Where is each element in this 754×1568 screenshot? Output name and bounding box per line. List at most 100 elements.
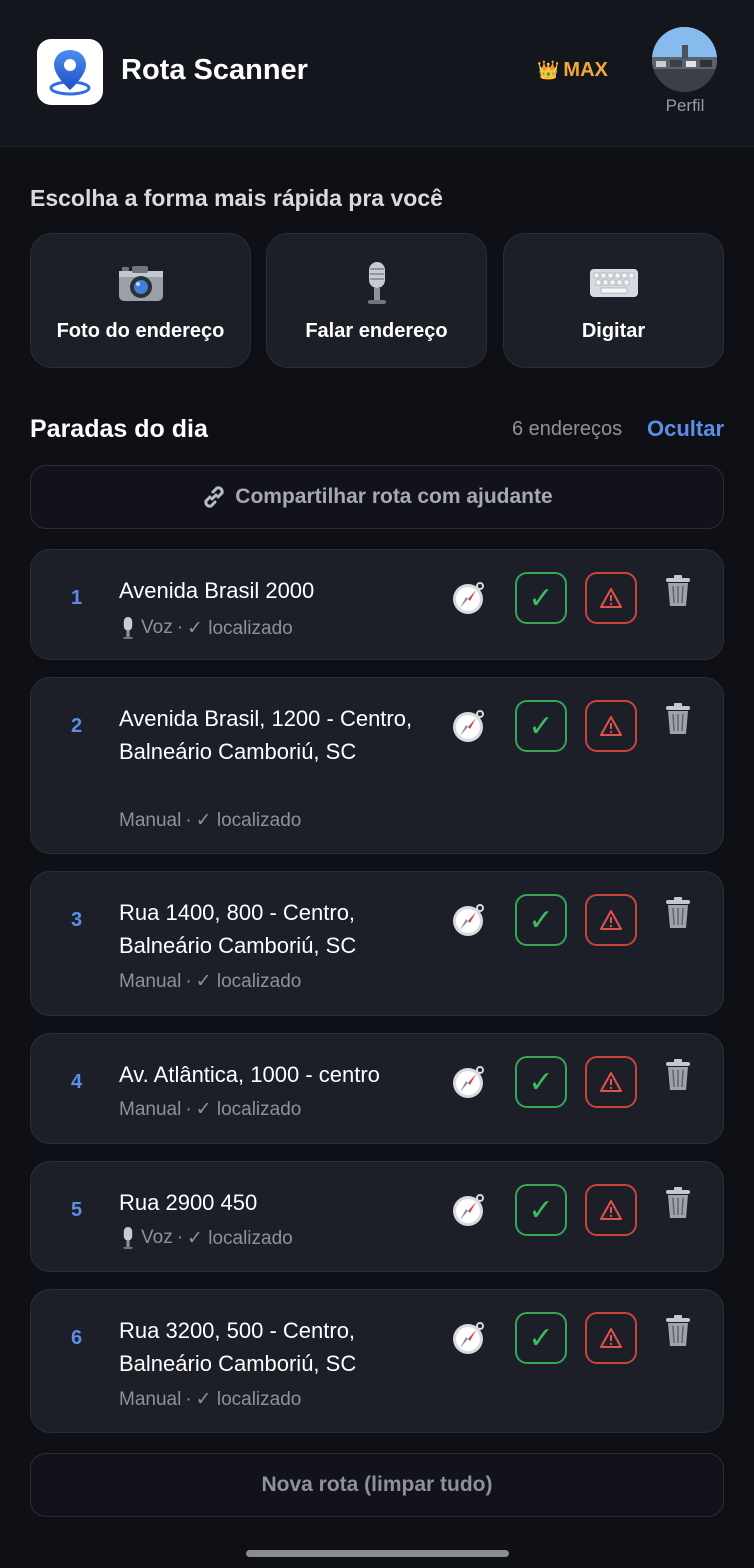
profile-label[interactable]: Perfil — [650, 96, 720, 116]
meta-separator: · — [185, 1388, 192, 1410]
stop-meta: Manual · ✓ localizado — [119, 1388, 301, 1411]
stop-address: Rua 1400, 800 - Centro, Balneário Cambor… — [119, 900, 357, 958]
compass-icon[interactable] — [451, 1064, 487, 1100]
mark-done-button[interactable]: ✓ — [515, 700, 567, 752]
microphone-icon — [362, 260, 392, 306]
stop-meta: Voz · ✓ localizado — [119, 616, 293, 640]
stop-source: Voz — [141, 617, 173, 638]
home-indicator[interactable] — [246, 1550, 509, 1557]
stop-number: 4 — [71, 1071, 83, 1093]
stop-meta: Manual · ✓ localizado — [119, 809, 301, 832]
stop-status: ✓ localizado — [195, 810, 302, 831]
stop-source: Voz — [141, 1227, 173, 1248]
meta-separator: · — [185, 809, 192, 831]
crown-icon: 👑 — [537, 60, 560, 80]
stop-number: 2 — [71, 715, 83, 737]
stop-address: Rua 3200, 500 - Centro, Balneário Cambor… — [119, 1318, 357, 1376]
mark-done-button[interactable]: ✓ — [515, 1056, 567, 1108]
report-problem-button[interactable] — [585, 1056, 637, 1108]
compass-icon[interactable] — [451, 580, 487, 616]
meta-separator: · — [176, 1227, 184, 1248]
warning-icon — [600, 716, 622, 736]
map-pin-icon — [49, 50, 91, 96]
trash-icon[interactable] — [663, 896, 693, 930]
link-icon — [204, 486, 224, 508]
stops-title: Paradas do dia — [30, 415, 208, 443]
stop-card[interactable]: 2 Avenida Brasil, 1200 - Centro, Balneár… — [30, 677, 724, 854]
stops-count: 6 endereços — [512, 418, 623, 440]
compass-icon[interactable] — [451, 1192, 487, 1228]
report-problem-button[interactable] — [585, 1184, 637, 1236]
report-problem-button[interactable] — [585, 572, 637, 624]
mark-done-button[interactable]: ✓ — [515, 894, 567, 946]
warning-icon — [600, 588, 622, 608]
new-route-clear-button[interactable]: Nova rota (limpar tudo) — [30, 1453, 724, 1517]
meta-separator: · — [176, 617, 184, 638]
speak-address-button[interactable]: Falar endereço — [266, 233, 487, 368]
stop-number: 5 — [71, 1199, 83, 1221]
stop-status: ✓ localizado — [187, 1227, 293, 1249]
mark-done-button[interactable]: ✓ — [515, 1184, 567, 1236]
stop-card[interactable]: 6 Rua 3200, 500 - Centro, Balneário Camb… — [30, 1289, 724, 1433]
stop-status: ✓ localizado — [195, 1099, 302, 1120]
microphone-icon — [123, 1227, 133, 1249]
stop-number: 3 — [71, 909, 83, 931]
warning-icon — [600, 1200, 622, 1220]
type-address-label: Digitar — [581, 320, 646, 342]
stop-source: Manual — [119, 970, 182, 992]
warning-icon — [600, 910, 622, 930]
stop-card[interactable]: 3 Rua 1400, 800 - Centro, Balneário Camb… — [30, 871, 724, 1016]
stop-source: Manual — [119, 809, 182, 831]
meta-separator: · — [185, 970, 192, 992]
stop-meta: Manual · ✓ localizado — [119, 970, 301, 993]
stop-meta: Voz · ✓ localizado — [119, 1226, 293, 1250]
stop-address: Rua 2900 450 — [119, 1190, 258, 1215]
compass-icon[interactable] — [451, 902, 487, 938]
trash-icon[interactable] — [663, 574, 693, 608]
stop-number: 1 — [71, 587, 83, 609]
keyboard-icon — [589, 260, 639, 306]
compass-icon[interactable] — [451, 708, 487, 744]
speak-address-label: Falar endereço — [305, 320, 448, 342]
share-route-button[interactable]: Compartilhar rota com ajudante — [30, 465, 724, 529]
microphone-icon — [123, 617, 133, 639]
stop-card[interactable]: 5 Rua 2900 450 Voz · ✓ localizado ✓ — [30, 1161, 724, 1272]
app-header: Rota Scanner 👑 MAX Perfil — [0, 0, 754, 147]
app-screen: Rota Scanner 👑 MAX Perfil Escolha a form… — [0, 0, 754, 1568]
trash-icon[interactable] — [663, 1314, 693, 1348]
compass-icon[interactable] — [451, 1320, 487, 1356]
report-problem-button[interactable] — [585, 1312, 637, 1364]
photo-address-button[interactable]: Foto do endereço — [30, 233, 251, 368]
trash-icon[interactable] — [663, 1058, 693, 1092]
mark-done-button[interactable]: ✓ — [515, 1312, 567, 1364]
hide-stops-link[interactable]: Ocultar — [647, 416, 724, 442]
avatar-photo — [652, 27, 717, 92]
stop-status: ✓ localizado — [195, 971, 302, 992]
warning-icon — [600, 1328, 622, 1348]
report-problem-button[interactable] — [585, 700, 637, 752]
avatar[interactable] — [652, 27, 717, 92]
app-logo — [37, 39, 103, 105]
stop-meta: Manual · ✓ localizado — [119, 1098, 301, 1121]
stop-card[interactable]: 1 Avenida Brasil 2000 Voz · ✓ localizado… — [30, 549, 724, 660]
stop-address: Avenida Brasil 2000 — [119, 578, 315, 603]
trash-icon[interactable] — [663, 1186, 693, 1220]
share-route-label: Compartilhar rota com ajudante — [235, 485, 553, 508]
input-section-title: Escolha a forma mais rápida pra você — [30, 185, 443, 211]
plan-label: MAX — [563, 59, 608, 81]
plan-badge[interactable]: 👑 MAX — [537, 59, 608, 82]
stop-source: Manual — [119, 1098, 182, 1120]
stop-source: Manual — [119, 1388, 182, 1410]
stop-status: ✓ localizado — [187, 617, 293, 639]
stop-card[interactable]: 4 Av. Atlântica, 1000 - centro Manual · … — [30, 1033, 724, 1144]
stop-address: Avenida Brasil, 1200 - Centro, Balneário… — [119, 706, 413, 764]
photo-address-label: Foto do endereço — [56, 320, 225, 342]
mark-done-button[interactable]: ✓ — [515, 572, 567, 624]
type-address-button[interactable]: Digitar — [503, 233, 724, 368]
trash-icon[interactable] — [663, 702, 693, 736]
meta-separator: · — [185, 1098, 192, 1120]
stop-number: 6 — [71, 1327, 83, 1349]
stop-address: Av. Atlântica, 1000 - centro — [119, 1062, 380, 1087]
camera-icon — [117, 260, 165, 306]
report-problem-button[interactable] — [585, 894, 637, 946]
